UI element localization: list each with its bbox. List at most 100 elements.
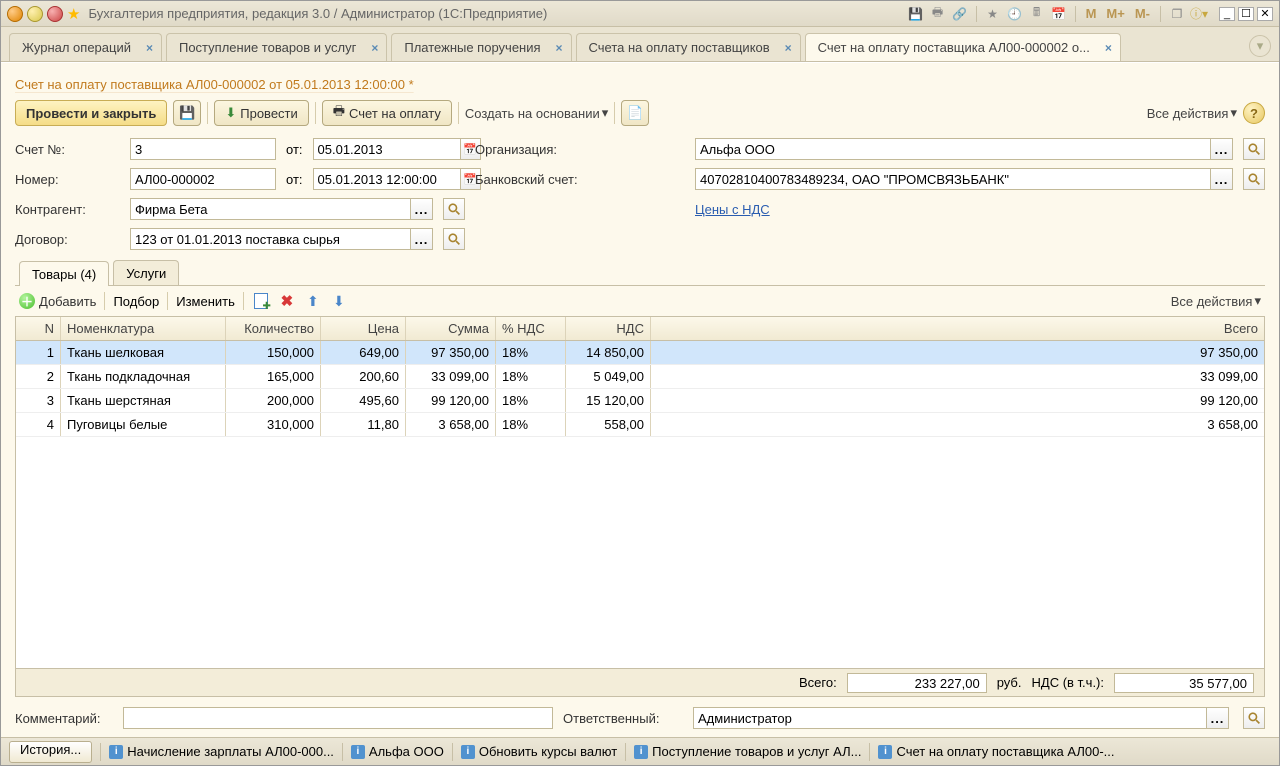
select-button[interactable]: ... [411,198,433,220]
close-icon[interactable]: × [785,41,792,55]
m-plus-button[interactable]: M+ [1104,6,1126,21]
info-icon: i [878,745,892,759]
bank-account-input[interactable]: 40702810400783489234, ОАО "ПРОМСВЯЗЬБАНК… [695,168,1211,190]
tab-current-invoice[interactable]: Счет на оплату поставщика АЛ00-000002 о.… [805,33,1121,61]
arrow-down-icon: ⬇ [333,293,345,310]
report-button[interactable]: 📄 [621,100,649,126]
save-button[interactable]: 💾 [173,100,201,126]
select-button[interactable]: ... [411,228,433,250]
tab-goods[interactable]: Товары (4) [19,261,109,286]
history-icon[interactable]: 🕘 [1007,6,1023,22]
info-icon: i [634,745,648,759]
link-icon[interactable]: 🔗 [952,6,968,22]
col-price[interactable]: Цена [321,317,406,340]
close-icon[interactable]: × [371,41,378,55]
edit-button[interactable]: Изменить [176,294,235,309]
print-button[interactable]: 🖶Счет на оплату [322,100,452,126]
table-all-actions[interactable]: Все действия ▾ [1171,293,1261,309]
dogovor-input[interactable]: 123 от 01.01.2013 поставка сырья [130,228,411,250]
save-icon[interactable]: 💾 [908,6,924,22]
taskbar-item[interactable]: iПоступление товаров и услуг АЛ... [634,744,861,759]
star-icon[interactable]: ★ [985,6,1001,22]
copy-row-button[interactable] [252,292,270,310]
separator [243,292,244,310]
post-and-close-button[interactable]: Провести и закрыть [15,100,167,126]
number-date-input[interactable]: 05.01.2013 12:00:00 [313,168,461,190]
delete-row-button[interactable]: ✖ [278,292,296,310]
comment-input[interactable] [123,707,553,729]
tabs-overflow-button[interactable]: ▾ [1249,35,1271,57]
tab-invoices[interactable]: Счета на оплату поставщиков× [576,33,801,61]
all-actions-dropdown[interactable]: Все действия ▾ [1147,105,1237,121]
maximize-button[interactable]: ☐ [1238,7,1254,21]
tab-services[interactable]: Услуги [113,260,179,285]
calendar-icon[interactable]: 📅 [1051,6,1067,22]
move-down-button[interactable]: ⬇ [330,292,348,310]
number-input[interactable]: АЛ00-000002 [130,168,276,190]
nav-fwd-icon[interactable] [27,6,43,22]
close-icon[interactable]: × [1105,41,1112,55]
search-button[interactable] [1243,138,1265,160]
label-comment: Комментарий: [15,711,113,726]
pick-button[interactable]: Подбор [113,294,159,309]
history-button[interactable]: История... [9,741,92,763]
col-qty[interactable]: Количество [226,317,321,340]
select-button[interactable]: ... [1207,707,1229,729]
m-minus-button[interactable]: M- [1133,6,1152,21]
taskbar-item[interactable]: iНачисление зарплаты АЛ00-000... [109,744,334,759]
col-sum[interactable]: Сумма [406,317,496,340]
nav-back-icon[interactable] [7,6,23,22]
col-total[interactable]: Всего [651,317,1264,340]
windows-icon[interactable]: ❐ [1169,6,1185,22]
select-button[interactable]: ... [1211,168,1233,190]
post-button[interactable]: ⬇Провести [214,100,308,126]
col-nds[interactable]: НДС [566,317,651,340]
schet-no-input[interactable]: 3 [130,138,276,160]
info-icon: i [461,745,475,759]
separator [452,743,453,761]
taskbar-item[interactable]: iСчет на оплату поставщика АЛ00-... [878,744,1114,759]
move-up-button[interactable]: ⬆ [304,292,322,310]
table-row[interactable]: 2Ткань подкладочная165,000200,6033 099,0… [16,365,1264,389]
taskbar-item[interactable]: iАльфа ООО [351,744,444,759]
responsible-input[interactable]: Администратор [693,707,1207,729]
table-row[interactable]: 3Ткань шерстяная200,000495,6099 120,0018… [16,389,1264,413]
taskbar-item[interactable]: iОбновить курсы валют [461,744,617,759]
search-button[interactable] [443,228,465,250]
calc-icon[interactable]: 🖩 [1029,6,1045,22]
help-button[interactable]: ? [1243,102,1265,124]
tab-receipt[interactable]: Поступление товаров и услуг× [166,33,387,61]
print-icon[interactable]: 🖶 [930,6,946,22]
table-row[interactable]: 4Пуговицы белые310,00011,803 658,0018%55… [16,413,1264,437]
chevron-down-icon: ▾ [1230,105,1237,121]
minimize-button[interactable]: _ [1219,7,1235,21]
search-button[interactable] [1243,707,1265,729]
col-n[interactable]: N [16,317,61,340]
col-nom[interactable]: Номенклатура [61,317,226,340]
nav-stop-icon[interactable] [47,6,63,22]
favorite-icon[interactable]: ★ [67,5,80,23]
prices-vat-link[interactable]: Цены с НДС [695,202,770,217]
close-icon[interactable]: × [146,41,153,55]
workarea: Счет на оплату поставщика АЛ00-000002 от… [1,62,1279,737]
document-title: Счет на оплату поставщика АЛ00-000002 от… [15,73,1265,94]
select-button[interactable]: ... [1211,138,1233,160]
close-button[interactable]: ✕ [1257,7,1273,21]
info-icon[interactable]: ⓘ▾ [1191,6,1207,22]
tab-journal[interactable]: Журнал операций× [9,33,162,61]
organization-input[interactable]: Альфа ООО [695,138,1211,160]
col-ndsp[interactable]: % НДС [496,317,566,340]
kontragent-input[interactable]: Фирма Бета [130,198,411,220]
close-icon[interactable]: × [556,41,563,55]
table-row[interactable]: 1Ткань шелковая150,000649,0097 350,0018%… [16,341,1264,365]
tab-payments[interactable]: Платежные поручения× [391,33,571,61]
add-button[interactable]: ＋Добавить [19,293,96,309]
m-button[interactable]: M [1084,6,1099,21]
table-body: 1Ткань шелковая150,000649,0097 350,0018%… [16,341,1264,437]
schet-date-input[interactable]: 05.01.2013 [313,138,461,160]
search-button[interactable] [443,198,465,220]
separator [869,743,870,761]
label-bank-account: Банковский счет: [475,172,685,187]
create-based-dropdown[interactable]: Создать на основании ▾ [465,105,608,121]
search-button[interactable] [1243,168,1265,190]
